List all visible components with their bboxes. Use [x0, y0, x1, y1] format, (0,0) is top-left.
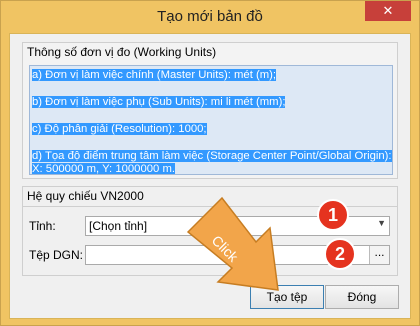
dialog-body: Thông số đơn vị đo (Working Units) a) Đơ…	[9, 33, 411, 319]
province-label: Tỉnh:	[29, 219, 56, 233]
title-bar: Tạo mới bản đồ ✕	[1, 1, 419, 33]
info-line-a: a) Đơn vị làm việc chính (Master Units):…	[32, 69, 277, 81]
chevron-down-icon: ▼	[377, 218, 386, 228]
info-line-b: b) Đơn vị làm việc phụ (Sub Units): mi l…	[32, 96, 286, 108]
reference-system-title: Hệ quy chiếu VN2000	[27, 189, 144, 203]
create-file-button[interactable]: Tạo tệp	[250, 285, 324, 309]
province-select-value: [Chọn tỉnh]	[89, 219, 148, 233]
browse-button[interactable]: ...	[369, 246, 389, 264]
info-line-d-coords: X: 500000 m, Y: 1000000 m.	[32, 163, 175, 175]
info-line-c: c) Độ phân giải (Resolution): 1000;	[32, 123, 207, 135]
working-units-group: Thông số đơn vị đo (Working Units) a) Đơ…	[22, 42, 398, 179]
window-title: Tạo mới bản đồ	[157, 8, 263, 25]
working-units-title: Thông số đơn vị đo (Working Units)	[27, 45, 217, 59]
info-line-d: d) Tọa độ điểm trung tâm làm việc (Stora…	[32, 150, 392, 162]
close-window-button[interactable]: ✕	[365, 1, 411, 21]
dialog-window: Tạo mới bản đồ ✕ Thông số đơn vị đo (Wor…	[0, 0, 420, 326]
working-units-info: a) Đơn vị làm việc chính (Master Units):…	[29, 65, 393, 175]
badge-2-number: 2	[334, 244, 345, 264]
badge-1-number: 1	[327, 205, 338, 225]
close-button[interactable]: Đóng	[325, 285, 399, 309]
dgn-file-label: Tệp DGN:	[29, 248, 84, 262]
